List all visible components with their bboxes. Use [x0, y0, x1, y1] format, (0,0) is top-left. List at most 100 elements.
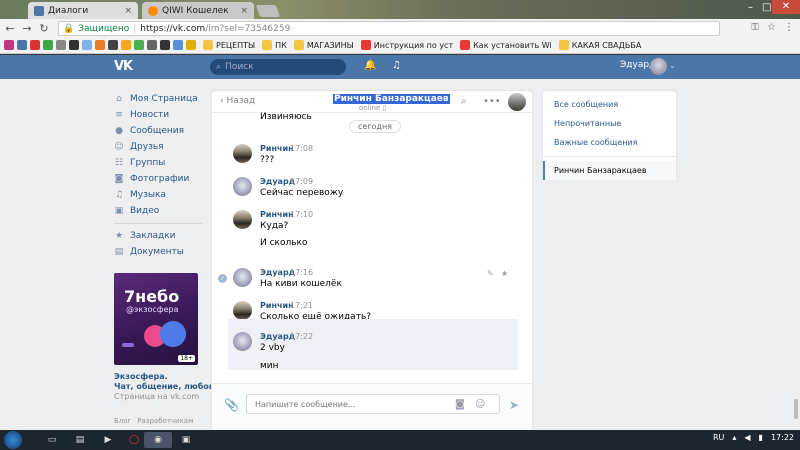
camera-icon[interactable]: ◙ [455, 399, 465, 410]
divider [114, 223, 202, 224]
vk-icon[interactable] [17, 40, 27, 50]
volume-icon[interactable]: ◀ [744, 433, 750, 442]
message-text: 2 vby [260, 343, 285, 353]
media-player-icon[interactable]: ▶ [94, 432, 122, 448]
close-icon[interactable]: × [124, 6, 132, 16]
edit-icon[interactable]: ✎ [487, 269, 494, 278]
forward-arrow-icon[interactable]: → [20, 22, 34, 35]
folder-unread[interactable]: Непрочитанные [543, 114, 676, 133]
youtube-icon[interactable] [30, 40, 40, 50]
avatar[interactable] [233, 332, 252, 351]
avatar[interactable] [650, 58, 667, 75]
avatar[interactable] [233, 177, 252, 196]
clock[interactable]: 17:22 [771, 433, 794, 442]
message-author[interactable]: Ринчин [260, 144, 294, 153]
menu-icon[interactable]: ⋮ [784, 22, 794, 33]
bookmark-item[interactable]: КАКАЯ СВАДЬБА [558, 40, 641, 50]
url-field[interactable]: 🔒 Защищено | https://vk.com /im?sel=7354… [58, 21, 720, 36]
nav-item-my-page[interactable]: ⌂ Моя Страница [114, 91, 210, 107]
bookmark-icon[interactable] [82, 40, 92, 50]
maximize-icon[interactable]: □ [762, 2, 771, 13]
scrollbar[interactable] [794, 399, 798, 419]
key-icon[interactable]: ⚿ [751, 22, 759, 33]
nav-item-video[interactable]: ▣ Видео [114, 203, 210, 219]
tab-qiwi[interactable]: QIWI Кошелек × [142, 2, 254, 19]
paperclip-icon[interactable]: 📎 [224, 398, 239, 412]
nav-item-music[interactable]: ♫ Музыка [114, 187, 210, 203]
bookmark-item[interactable]: РЕЦЕПТЫ [203, 40, 255, 50]
avatar[interactable] [233, 210, 252, 229]
avatar[interactable] [233, 144, 252, 163]
bookmark-item[interactable]: Как установить Wi [460, 40, 552, 50]
youtube-icon [460, 40, 471, 50]
instagram-icon[interactable] [4, 40, 14, 50]
nav-item-documents[interactable]: ▤ Документы [114, 244, 210, 260]
start-button[interactable] [4, 431, 22, 449]
bookmark-item[interactable]: ПК [262, 40, 287, 50]
bookmark-icon[interactable] [121, 40, 131, 50]
folder-all-messages[interactable]: Все сообщения [543, 95, 676, 114]
star-icon[interactable]: ☆ [767, 22, 776, 33]
message-author[interactable]: Ринчин [260, 210, 294, 219]
separator: | [133, 23, 137, 34]
emoji-icon[interactable]: ☺ [475, 399, 485, 410]
nav-item-messages[interactable]: ● Сообщения [114, 123, 210, 139]
bookmark-icon[interactable] [173, 40, 183, 50]
nav-item-friends[interactable]: ☺ Друзья [114, 139, 210, 155]
peer-name[interactable]: Ринчин Банзаракцаев [333, 94, 450, 104]
bookmark-icon[interactable] [147, 40, 157, 50]
nav-item-groups[interactable]: ☷ Группы [114, 155, 210, 171]
bookmark-icon[interactable] [95, 40, 105, 50]
new-tab-button[interactable] [255, 5, 281, 17]
bell-icon[interactable]: 🔔 [364, 60, 376, 71]
ad-text[interactable]: Экзосфера. Чат, общение, любовь. Страниц… [114, 372, 224, 402]
search-icon[interactable]: ⌕ [461, 96, 467, 107]
app-icon[interactable]: ▣ [172, 432, 200, 448]
ad-banner[interactable]: 7небо @экзосфера 18+ [114, 273, 198, 365]
bookmark-item[interactable]: МАГАЗИНЫ [293, 40, 354, 50]
message-author[interactable]: Ринчин [260, 301, 294, 310]
bookmark-icon[interactable] [186, 40, 196, 50]
back-arrow-icon[interactable]: ← [3, 22, 17, 35]
nav-item-news[interactable]: ≡ Новости [114, 107, 210, 123]
search-input[interactable]: ⌕ Поиск [210, 59, 346, 75]
folder-icon [203, 40, 213, 50]
nav-item-photos[interactable]: ◙ Фотографии [114, 171, 210, 187]
chrome-icon[interactable]: ◉ [144, 432, 172, 448]
send-icon[interactable]: ➤ [509, 398, 519, 412]
chevron-down-icon[interactable]: ⌄ [669, 61, 676, 70]
bookmark-item[interactable]: Инструкция по уст [360, 40, 453, 50]
bookmark-icon[interactable] [56, 40, 66, 50]
message-input[interactable]: Напишите сообщение... ◙ ☺ [246, 394, 500, 414]
nav-item-bookmarks[interactable]: ★ Закладки [114, 228, 210, 244]
bookmark-icon[interactable] [69, 40, 79, 50]
folder-icon[interactable]: ▤ [66, 432, 94, 448]
avatar[interactable] [508, 93, 526, 111]
monitor-icon[interactable]: ▭ [38, 432, 66, 448]
folder-active-dialog[interactable]: Ринчин Банзаракцаев [543, 161, 676, 180]
bookmark-icon[interactable] [108, 40, 118, 50]
bookmark-icon[interactable] [134, 40, 144, 50]
avatar[interactable] [233, 268, 252, 287]
star-icon[interactable]: ★ [501, 269, 508, 278]
bookmark-icon[interactable] [160, 40, 170, 50]
selected-check-icon[interactable]: ✓ [218, 274, 227, 283]
reload-icon[interactable]: ↻ [37, 22, 51, 35]
tray-icon[interactable]: ▴ [732, 433, 736, 442]
tab-dialogs[interactable]: Диалоги × [28, 2, 138, 19]
footer-link-blog[interactable]: Блог [114, 417, 131, 425]
minimize-icon[interactable]: – [748, 2, 753, 13]
avatar[interactable] [233, 301, 252, 320]
language-indicator[interactable]: RU [713, 433, 724, 442]
back-label: Назад [226, 96, 256, 106]
bookmark-icon[interactable] [43, 40, 53, 50]
music-note-icon[interactable]: ♫ [392, 60, 401, 71]
more-icon[interactable]: ••• [483, 96, 501, 107]
folder-important[interactable]: Важные сообщения [543, 133, 676, 152]
window-close-button[interactable]: ✕ [772, 0, 800, 14]
vk-logo[interactable]: VK [114, 59, 133, 74]
back-button[interactable]: ‹ Назад [220, 96, 255, 106]
close-icon[interactable]: × [240, 6, 248, 16]
network-icon[interactable]: ▮ [759, 433, 763, 442]
footer-link-developers[interactable]: Разработчикам [137, 417, 193, 425]
